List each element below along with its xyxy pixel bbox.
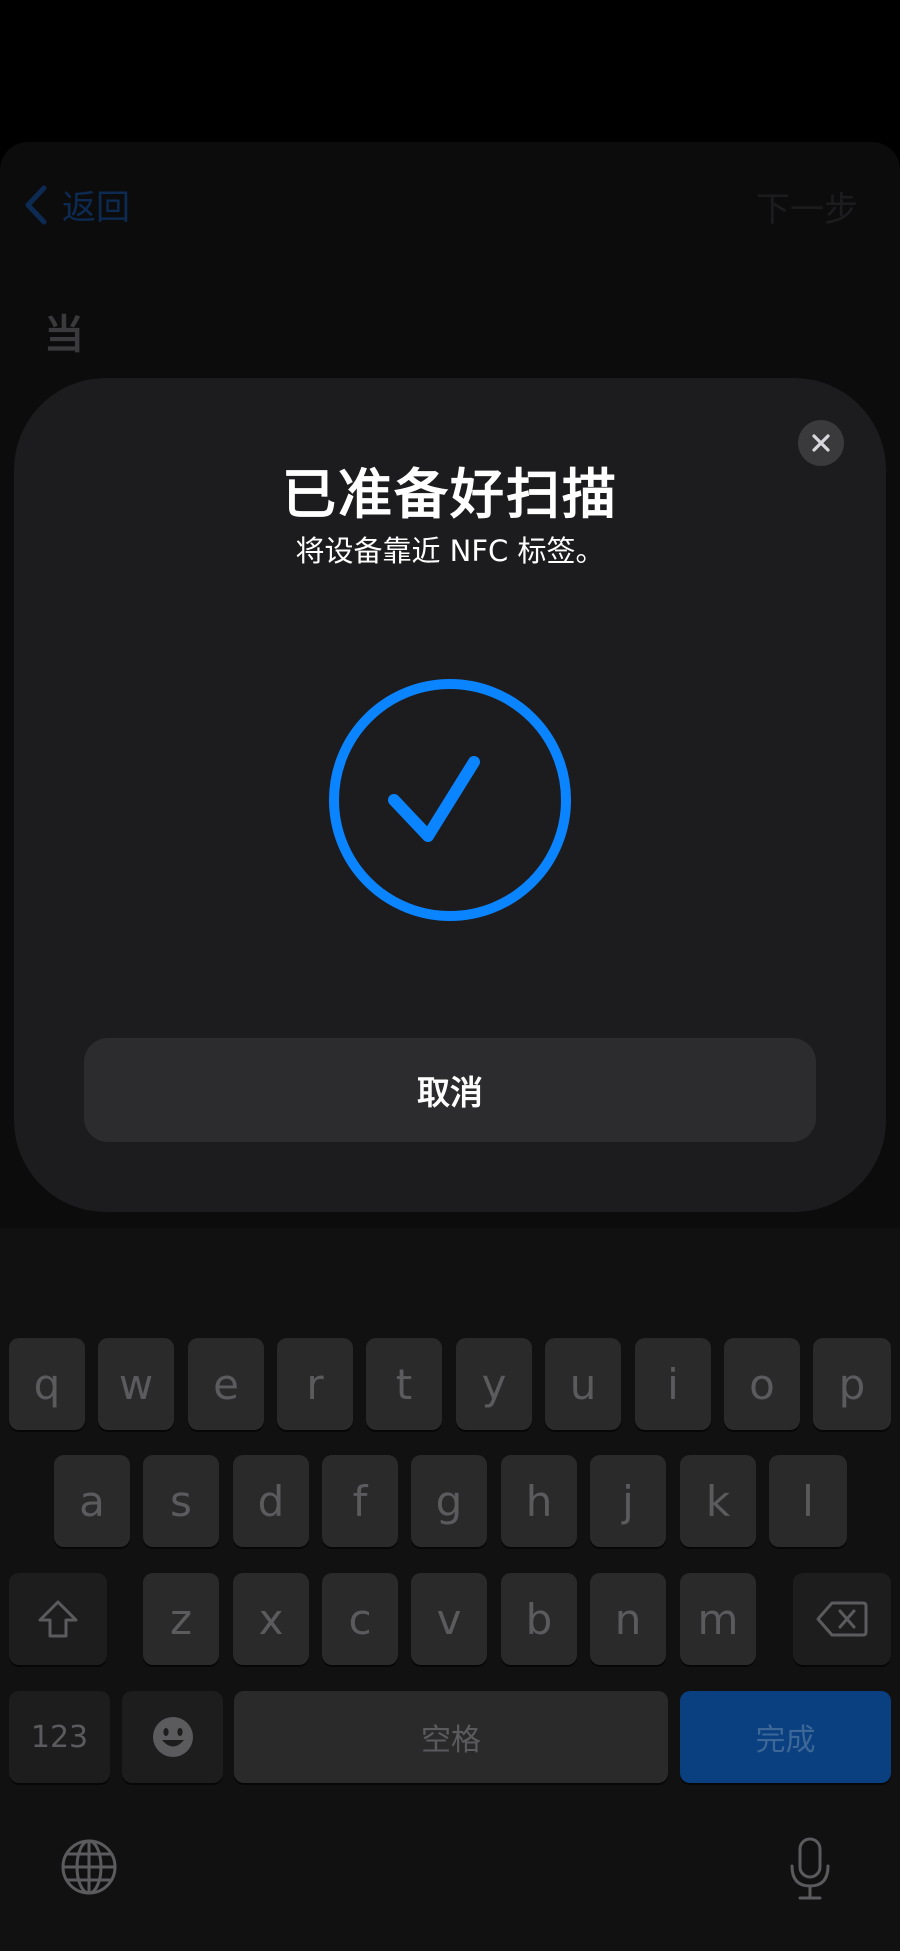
scan-subtitle: 将设备靠近 NFC 标签。: [295, 534, 605, 568]
space-key[interactable]: 空格: [234, 1691, 668, 1783]
key-e[interactable]: e: [188, 1338, 264, 1430]
key-v[interactable]: v: [411, 1573, 487, 1665]
key-d[interactable]: d: [233, 1455, 309, 1547]
shift-icon: [38, 1600, 78, 1638]
key-f[interactable]: f: [322, 1455, 398, 1547]
shift-key[interactable]: [9, 1573, 107, 1665]
key-x[interactable]: x: [233, 1573, 309, 1665]
done-key[interactable]: 完成: [680, 1691, 891, 1783]
keyboard: q w e r t y u i o p a s d f g h j k l z …: [0, 1228, 900, 1951]
key-o[interactable]: o: [724, 1338, 800, 1430]
delete-icon: [816, 1601, 868, 1637]
key-t[interactable]: t: [366, 1338, 442, 1430]
globe-icon: [61, 1839, 117, 1895]
key-w[interactable]: w: [98, 1338, 174, 1430]
screen: 返回 下一步 当 已准备好扫描 将设备靠近 NFC 标签。 取消 q w e r…: [0, 0, 900, 1951]
background-heading: 当: [44, 312, 84, 358]
key-r[interactable]: r: [277, 1338, 353, 1430]
next-button[interactable]: 下一步: [756, 182, 858, 231]
key-h[interactable]: h: [501, 1455, 577, 1547]
globe-button[interactable]: [58, 1836, 120, 1898]
key-p[interactable]: p: [813, 1338, 891, 1430]
back-button[interactable]: 返回: [22, 180, 130, 229]
key-u[interactable]: u: [545, 1338, 621, 1430]
key-z[interactable]: z: [143, 1573, 219, 1665]
delete-key[interactable]: [793, 1573, 891, 1665]
key-n[interactable]: n: [590, 1573, 666, 1665]
key-i[interactable]: i: [635, 1338, 711, 1430]
nfc-scan-sheet: 已准备好扫描 将设备靠近 NFC 标签。 取消: [14, 378, 886, 1212]
dictation-button[interactable]: [784, 1832, 836, 1906]
key-c[interactable]: c: [322, 1573, 398, 1665]
numbers-key[interactable]: 123: [9, 1691, 110, 1783]
key-b[interactable]: b: [501, 1573, 577, 1665]
scan-title: 已准备好扫描: [282, 463, 618, 526]
key-j[interactable]: j: [590, 1455, 666, 1547]
emoji-key[interactable]: [122, 1691, 223, 1783]
cancel-button[interactable]: 取消: [84, 1038, 816, 1142]
key-q[interactable]: q: [9, 1338, 85, 1430]
key-k[interactable]: k: [680, 1455, 756, 1547]
chevron-left-icon: [25, 185, 47, 224]
key-y[interactable]: y: [456, 1338, 532, 1430]
key-a[interactable]: a: [54, 1455, 130, 1547]
checkmark-circle-icon: [326, 676, 574, 924]
microphone-icon: [790, 1837, 830, 1900]
back-label: 返回: [62, 188, 130, 228]
key-l[interactable]: l: [769, 1455, 847, 1547]
key-m[interactable]: m: [680, 1573, 756, 1665]
emoji-icon: [152, 1717, 193, 1757]
key-g[interactable]: g: [411, 1455, 487, 1547]
key-s[interactable]: s: [143, 1455, 219, 1547]
